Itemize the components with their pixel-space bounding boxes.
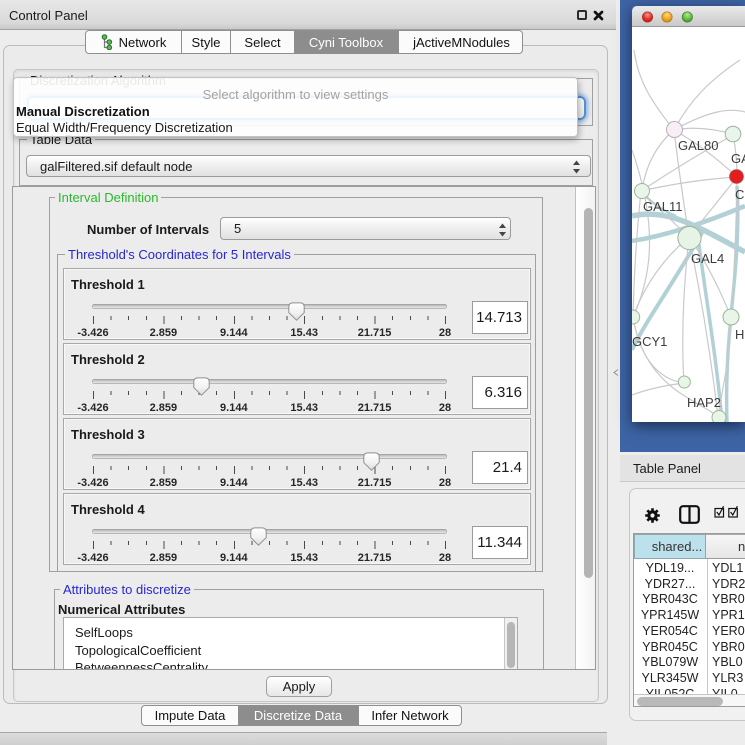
svg-text:C: C [735,187,744,202]
svg-text:GCY1: GCY1 [632,334,667,349]
svg-text:GAL80: GAL80 [678,138,718,153]
svg-text:GAL4: GAL4 [691,251,724,266]
svg-text:GA: GA [731,151,745,166]
svg-text:H: H [735,327,744,342]
svg-text:HAP2: HAP2 [687,395,721,410]
svg-text:GAL11: GAL11 [643,199,683,214]
